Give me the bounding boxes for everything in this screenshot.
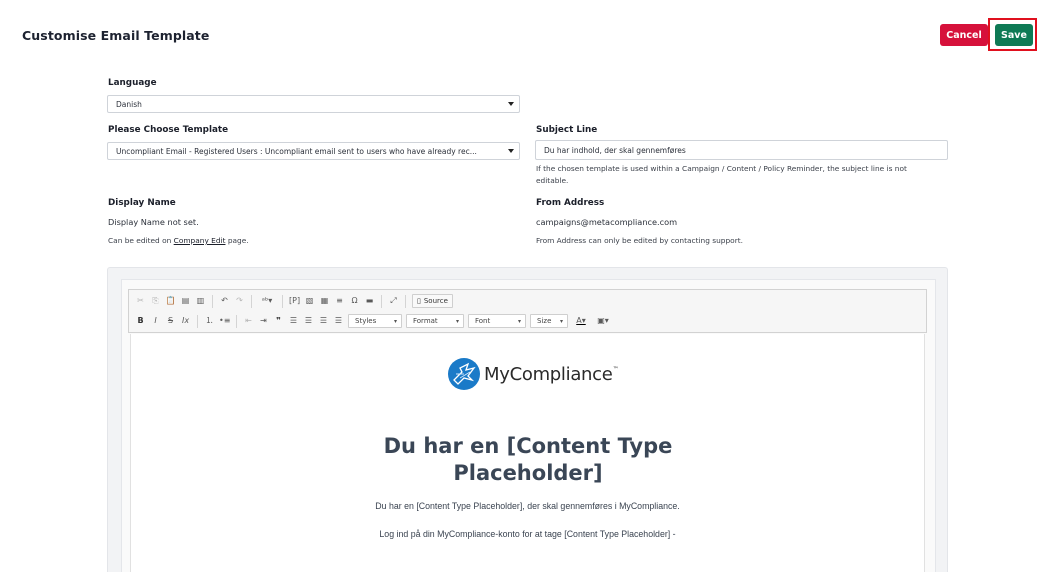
bulleted-list-icon[interactable]: •≡ [219, 315, 230, 327]
align-left-icon[interactable]: ☰ [288, 315, 299, 327]
styles-combo[interactable]: Styles ▾ [348, 314, 402, 328]
font-label: Font [475, 317, 491, 325]
chevron-down-icon: ▾ [559, 317, 563, 325]
cut-icon[interactable]: ✂ [135, 295, 146, 307]
subject-input[interactable]: Du har indhold, der skal gennemføres [535, 140, 948, 160]
language-select[interactable]: Danish [107, 95, 520, 113]
table-icon[interactable]: ▦ [319, 295, 330, 307]
align-right-icon[interactable]: ☰ [318, 315, 329, 327]
template-select[interactable]: Uncompliant Email - Registered Users : U… [107, 142, 520, 160]
toolbar-separator [405, 294, 406, 308]
outdent-icon[interactable]: ⇤ [243, 315, 254, 327]
background-color-icon[interactable]: ▣▾ [594, 315, 612, 327]
logo-name: MyCompliance [484, 363, 613, 385]
template-label: Please Choose Template [108, 125, 229, 135]
email-heading-line1: Du har en [Content Type [383, 434, 673, 458]
display-name-label: Display Name [108, 198, 176, 208]
toolbar-separator [251, 294, 252, 308]
subject-help-line1: If the chosen template is used within a … [536, 164, 907, 173]
cancel-button[interactable]: Cancel [940, 24, 988, 46]
toolbar-separator [197, 314, 198, 328]
page-title: Customise Email Template [22, 28, 210, 43]
language-value: Danish [116, 99, 142, 109]
horizontal-line-icon[interactable]: ≡ [334, 295, 345, 307]
toolbar-separator [381, 294, 382, 308]
spellcheck-icon[interactable]: ᵃᵇ▾ [258, 295, 276, 307]
remove-format-icon[interactable]: Ix [180, 315, 191, 327]
subject-label: Subject Line [536, 125, 598, 135]
special-char-icon[interactable]: Ω [349, 295, 360, 307]
chevron-down-icon: ▾ [393, 317, 397, 325]
from-address-help: From Address can only be edited by conta… [536, 236, 743, 245]
mycompliance-logo: MyCompliance™ [448, 358, 619, 390]
text-color-icon[interactable]: A▾ [572, 315, 590, 327]
source-icon: ▯ [417, 297, 421, 305]
display-name-value: Display Name not set. [108, 217, 199, 227]
company-edit-link[interactable]: Company Edit [174, 236, 226, 245]
display-name-help-suffix: page. [225, 236, 249, 245]
chevron-down-icon [508, 102, 514, 106]
copy-icon[interactable]: ⎘ [150, 295, 161, 307]
toolbar-separator [212, 294, 213, 308]
paste-icon[interactable]: 📋 [165, 295, 176, 307]
styles-label: Styles [355, 317, 377, 325]
numbered-list-icon[interactable]: ⒈ [204, 315, 215, 327]
chevron-down-icon: ▾ [455, 317, 459, 325]
editor-toolbar: ✂ ⎘ 📋 ▤ ▥ ↶ ↷ ᵃᵇ▾ [P] ▧ ▦ ≡ Ω ▬ ⤢ ▯ Sourc… [128, 289, 927, 333]
redo-icon[interactable]: ↷ [234, 295, 245, 307]
source-label: Source [423, 297, 448, 305]
maximize-icon[interactable]: ⤢ [388, 295, 399, 307]
logo-tm: ™ [612, 365, 619, 373]
subject-help: If the chosen template is used within a … [536, 163, 907, 187]
blockquote-icon[interactable]: ❞ [273, 315, 284, 327]
undo-icon[interactable]: ↶ [219, 295, 230, 307]
paste-text-icon[interactable]: ▤ [180, 295, 191, 307]
toolbar-separator [236, 314, 237, 328]
template-value: Uncompliant Email - Registered Users : U… [116, 146, 477, 156]
save-button[interactable]: Save [995, 24, 1033, 46]
indent-icon[interactable]: ⇥ [258, 315, 269, 327]
chevron-down-icon: ▾ [517, 317, 521, 325]
email-heading-line2: Placeholder] [453, 461, 603, 485]
display-name-help: Can be edited on Company Edit page. [108, 235, 249, 247]
size-label: Size [537, 317, 552, 325]
size-combo[interactable]: Size ▾ [530, 314, 568, 328]
format-label: Format [413, 317, 438, 325]
strikethrough-icon[interactable]: S [165, 315, 176, 327]
paste-word-icon[interactable]: ▥ [195, 295, 206, 307]
placeholder-icon[interactable]: [P] [289, 295, 300, 307]
align-center-icon[interactable]: ☰ [303, 315, 314, 327]
email-paragraph-2: Log ind på din MyCompliance-konto for at… [379, 529, 676, 539]
logo-mark-icon [448, 358, 480, 390]
chevron-down-icon [508, 149, 514, 153]
from-address-label: From Address [536, 198, 605, 208]
email-paragraph-1: Du har en [Content Type Placeholder], de… [375, 501, 680, 511]
from-address-value: campaigns@metacompliance.com [536, 217, 678, 227]
align-justify-icon[interactable]: ☰ [333, 315, 344, 327]
font-combo[interactable]: Font ▾ [468, 314, 526, 328]
email-heading: Du har en [Content Type Placeholder] [330, 433, 726, 487]
logo-text: MyCompliance™ [484, 363, 619, 385]
bold-icon[interactable]: B [135, 315, 146, 327]
page-break-icon[interactable]: ▬ [364, 295, 375, 307]
format-combo[interactable]: Format ▾ [406, 314, 464, 328]
display-name-help-prefix: Can be edited on [108, 236, 174, 245]
toolbar-separator [282, 294, 283, 308]
source-button[interactable]: ▯ Source [412, 294, 453, 308]
image-icon[interactable]: ▧ [304, 295, 315, 307]
italic-icon[interactable]: I [150, 315, 161, 327]
subject-help-line2: editable. [536, 176, 569, 185]
language-label: Language [108, 78, 157, 88]
